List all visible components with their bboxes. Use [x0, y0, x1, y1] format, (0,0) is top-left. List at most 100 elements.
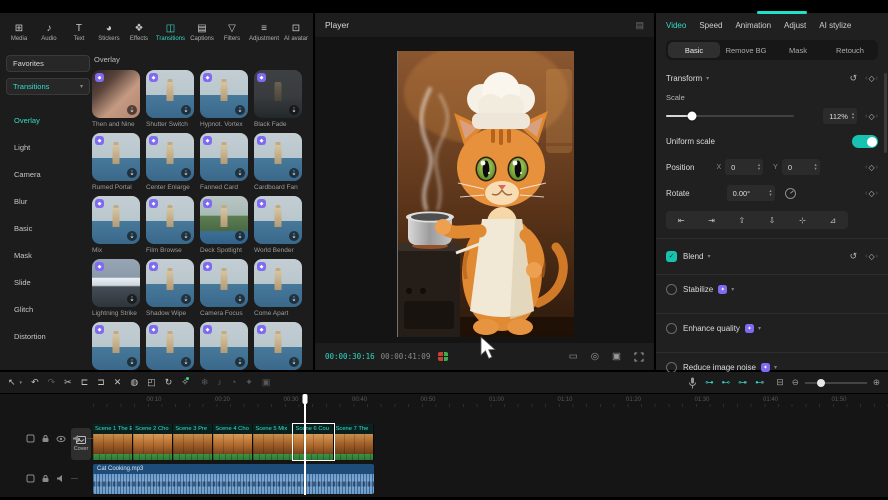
video-clip-2[interactable]: Scene 3 Pre: [173, 424, 213, 460]
0-toggle-icon[interactable]: ⊶: [705, 377, 714, 388]
2-align-tool-icon[interactable]: ⇧: [738, 216, 745, 225]
toolbar-item-8[interactable]: ≡ Adjustment: [249, 16, 279, 50]
4-tool-icon[interactable]: ⊏: [81, 378, 89, 387]
transition-item-6[interactable]: ◆ ⇣ Fanned Card: [200, 133, 248, 191]
scale-step-down-icon[interactable]: ▾: [852, 116, 854, 120]
transition-item-12[interactable]: ◆ ⇣ Lightning Strike: [92, 259, 140, 317]
quality-icon[interactable]: ▣: [612, 351, 621, 362]
rotate-keyframe-control[interactable]: ‹ ◇ ›: [865, 189, 878, 198]
tool-caret-icon[interactable]: ▾: [20, 380, 23, 386]
chevron-down-icon[interactable]: ▾: [758, 325, 761, 332]
position-x-field[interactable]: 0 ▴▾: [725, 159, 763, 175]
ratio-icon[interactable]: ▭: [569, 351, 578, 362]
transition-item-9[interactable]: ◆ ⇣ Film Browse: [146, 196, 194, 254]
5-tool-icon[interactable]: ⊐: [97, 378, 105, 387]
category-item-8[interactable]: Distortion: [6, 323, 90, 350]
15-tool-icon[interactable]: ▣: [262, 378, 271, 387]
toolbar-item-0[interactable]: ⊞ Media: [6, 16, 32, 50]
2-tool-icon[interactable]: ↷: [48, 378, 56, 387]
toolbar-item-6[interactable]: ▤ Captions: [189, 16, 215, 50]
chevron-down-icon[interactable]: ▾: [731, 286, 734, 293]
12-tool-icon[interactable]: ♪: [217, 378, 222, 387]
tab-0[interactable]: Video: [666, 21, 686, 33]
4-align-tool-icon[interactable]: ⊹: [799, 216, 806, 225]
9-tool-icon[interactable]: ↻: [165, 378, 173, 387]
toolbar-item-5[interactable]: ◫ Transitions: [156, 16, 185, 50]
toolbar-item-2[interactable]: T Text: [66, 16, 92, 50]
toolbar-item-7[interactable]: ▽ Filters: [219, 16, 245, 50]
video-clip-1[interactable]: Scene 2 Cho: [133, 424, 173, 460]
transition-item-19[interactable]: ◆ ⇣: [254, 322, 302, 370]
subtab-3[interactable]: Retouch: [824, 42, 876, 58]
scale-value-field[interactable]: 112% ▴▾: [823, 108, 857, 124]
subtab-1[interactable]: Remove BG: [720, 42, 772, 58]
tab-2[interactable]: Animation: [735, 21, 771, 33]
scale-slider-thumb[interactable]: [687, 112, 696, 121]
transition-item-13[interactable]: ◆ ⇣ Shadow Wipe: [146, 259, 194, 317]
video-clip-3[interactable]: Scene 4 Cho: [213, 424, 253, 460]
video-clip-0[interactable]: Scene 1 The E: [93, 424, 133, 460]
0-align-tool-icon[interactable]: ⇤: [678, 216, 685, 225]
category-item-6[interactable]: Slide: [6, 269, 90, 296]
toolbar-item-4[interactable]: ❖ Effects: [126, 16, 152, 50]
transition-item-15[interactable]: ◆ ⇣ Come Apart: [254, 259, 302, 317]
transition-item-18[interactable]: ◆ ⇣: [200, 322, 248, 370]
favorites-button[interactable]: Favorites: [6, 55, 90, 72]
transform-keyframe-control[interactable]: ‹ ◇ ›: [865, 74, 878, 83]
timeline-zoom-slider[interactable]: [805, 382, 867, 384]
rotate-value-field[interactable]: 0.00° ▴▾: [727, 185, 775, 201]
rotate-dial[interactable]: [785, 188, 796, 199]
subtab-2[interactable]: Mask: [772, 42, 824, 58]
timeline-view-icon[interactable]: ⊟: [776, 377, 784, 388]
pill-caret-icon[interactable]: ▾: [745, 380, 748, 386]
video-clip-5[interactable]: Scene 6 Cou: [293, 424, 333, 460]
player-menu-icon[interactable]: ▤: [635, 20, 644, 31]
1-tool-icon[interactable]: ↶: [31, 378, 39, 387]
category-item-5[interactable]: Mask: [6, 242, 90, 269]
uniform-scale-toggle[interactable]: [852, 135, 878, 148]
1-align-tool-icon[interactable]: ⇥: [708, 216, 715, 225]
position-keyframe-control[interactable]: ‹ ◇ ›: [865, 163, 878, 172]
6-tool-icon[interactable]: ✕: [114, 378, 122, 387]
11-tool-icon[interactable]: ❄: [201, 378, 209, 387]
transition-item-7[interactable]: ◆ ⇣ Cardboard Fan: [254, 133, 302, 191]
reset-transform-icon[interactable]: ↺: [850, 73, 858, 84]
5-align-tool-icon[interactable]: ⊿: [829, 216, 836, 225]
tab-1[interactable]: Speed: [699, 21, 722, 33]
transition-item-16[interactable]: ◆ ⇣: [92, 322, 140, 370]
3-align-tool-icon[interactable]: ⇩: [769, 216, 776, 225]
position-y-field[interactable]: 0 ▴▾: [782, 159, 820, 175]
color-grid-icon[interactable]: [438, 352, 448, 361]
lock-icon[interactable]: [41, 474, 50, 483]
transition-item-0[interactable]: ◆ ⇣ Then and Nine: [92, 70, 140, 128]
toolbar-item-3[interactable]: ◕ Stickers: [96, 16, 122, 50]
track-resize-handle[interactable]: —: [71, 475, 78, 482]
transition-item-4[interactable]: ◆ ⇣ Rumed Portal: [92, 133, 140, 191]
1-toggle-icon[interactable]: ⊷: [722, 377, 731, 388]
transition-item-17[interactable]: ◆ ⇣: [146, 322, 194, 370]
video-clip-4[interactable]: Scene 5 Mix: [253, 424, 293, 460]
subtab-0[interactable]: Basic: [668, 42, 720, 58]
3-tool-icon[interactable]: ✂: [64, 378, 72, 387]
playhead[interactable]: [304, 394, 306, 495]
preview-canvas[interactable]: [315, 37, 654, 343]
category-item-2[interactable]: Camera: [6, 161, 90, 188]
transition-item-1[interactable]: ◆ ⇣ Shutter Switch: [146, 70, 194, 128]
transition-item-14[interactable]: ◆ ⇣ Camera Focus: [200, 259, 248, 317]
tab-4[interactable]: AI stylize: [819, 21, 851, 33]
fullscreen-icon[interactable]: [634, 352, 644, 362]
transitions-dropdown[interactable]: Transitions ▾: [6, 78, 90, 95]
tab-3[interactable]: Adjust: [784, 21, 806, 33]
blend-keyframe-control[interactable]: ‹ ◇ ›: [865, 252, 878, 261]
feature-checkbox-1[interactable]: [666, 323, 677, 334]
transition-item-8[interactable]: ◆ ⇣ Mix: [92, 196, 140, 254]
category-item-3[interactable]: Blur: [6, 188, 90, 215]
chevron-down-icon[interactable]: ▾: [706, 75, 709, 82]
transition-item-11[interactable]: ◆ ⇣ World Bender: [254, 196, 302, 254]
0-tool-icon[interactable]: ↖: [8, 378, 16, 387]
13-tool-icon[interactable]: ◔: [231, 378, 236, 387]
category-item-7[interactable]: Glitch: [6, 296, 90, 323]
mute-track-icon[interactable]: [56, 474, 65, 483]
zoom-slider-thumb[interactable]: [817, 379, 825, 387]
category-item-4[interactable]: Basic: [6, 215, 90, 242]
